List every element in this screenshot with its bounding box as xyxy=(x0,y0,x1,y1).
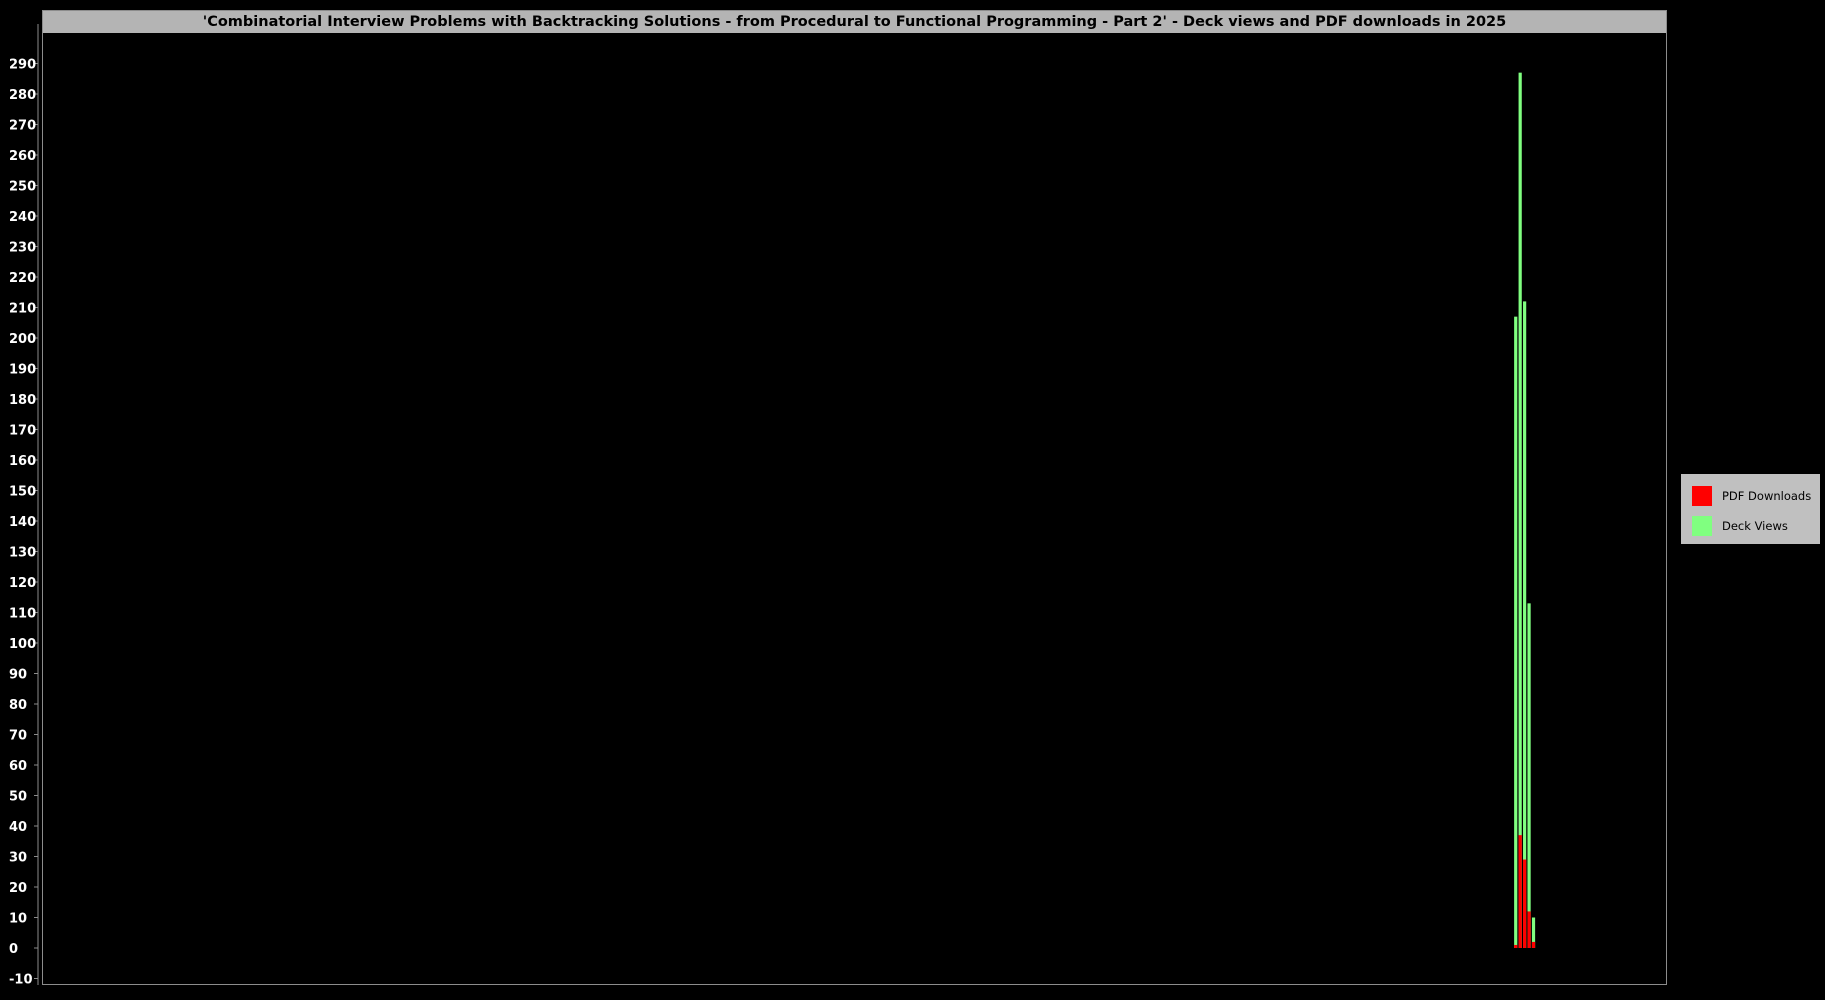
y-tick-label: 250 xyxy=(9,180,36,195)
bar-pdf-downloads xyxy=(1523,859,1527,948)
bars xyxy=(1514,72,1536,948)
y-tick-label: 60 xyxy=(9,759,27,774)
y-tick-label: 30 xyxy=(9,851,27,866)
legend-item-deck-views: Deck Views xyxy=(1692,515,1788,537)
y-tick-label: 190 xyxy=(9,363,36,378)
y-tick-label: 240 xyxy=(9,210,36,225)
y-tick-label: 200 xyxy=(9,332,36,347)
chart-plot: -10 0 10 20 30 40 50 60 70 80 90 100 110 120 130 140 150… xyxy=(9,24,1536,988)
legend-label-deck-views: Deck Views xyxy=(1722,519,1788,533)
bar-deck-views xyxy=(1527,603,1531,948)
y-tick-label: 20 xyxy=(9,881,27,896)
bar-deck-views xyxy=(1518,72,1522,948)
y-tick-label: 70 xyxy=(9,729,27,744)
y-tick-label: 220 xyxy=(9,271,36,286)
legend-item-pdf-downloads: PDF Downloads xyxy=(1692,485,1811,507)
y-tick-label: -10 xyxy=(9,973,33,988)
y-tick-label: 170 xyxy=(9,424,36,439)
y-tick-label: 90 xyxy=(9,668,27,683)
bar-deck-views xyxy=(1523,301,1527,948)
y-tick-label: 160 xyxy=(9,454,36,469)
y-tick-label: 100 xyxy=(9,637,36,652)
bar-pdf-downloads xyxy=(1514,944,1518,948)
y-tick-label: 0 xyxy=(9,942,18,957)
y-tick-label: 290 xyxy=(9,58,36,73)
y-tick-label: 230 xyxy=(9,241,36,256)
y-tick-label: 280 xyxy=(9,88,36,103)
legend-swatch-deck-views xyxy=(1692,516,1712,536)
y-tick-label: 270 xyxy=(9,119,36,134)
y-tick-label: 80 xyxy=(9,698,27,713)
y-tick-label: 40 xyxy=(9,820,27,835)
y-tick-label: 110 xyxy=(9,607,36,622)
y-tick-label: 210 xyxy=(9,302,36,317)
y-tick-label: 10 xyxy=(9,912,27,927)
bar-pdf-downloads xyxy=(1518,835,1522,948)
y-axis: -10 0 10 20 30 40 50 60 70 80 90 100 110 120 130 140 150… xyxy=(9,24,39,988)
y-tick-label: 120 xyxy=(9,576,36,591)
y-tick-label: 140 xyxy=(9,515,36,530)
bar-pdf-downloads xyxy=(1531,941,1536,948)
legend-swatch-pdf-downloads xyxy=(1692,486,1712,506)
y-tick-label: 260 xyxy=(9,149,36,164)
bar-deck-views xyxy=(1514,316,1518,948)
y-tick-label: 50 xyxy=(9,790,27,805)
y-tick-label: 180 xyxy=(9,393,36,408)
bar-pdf-downloads xyxy=(1527,911,1531,948)
y-tick-label: 130 xyxy=(9,546,36,561)
legend: PDF Downloads Deck Views xyxy=(1681,474,1820,544)
y-tick-label: 150 xyxy=(9,485,36,500)
legend-label-pdf-downloads: PDF Downloads xyxy=(1722,489,1812,503)
